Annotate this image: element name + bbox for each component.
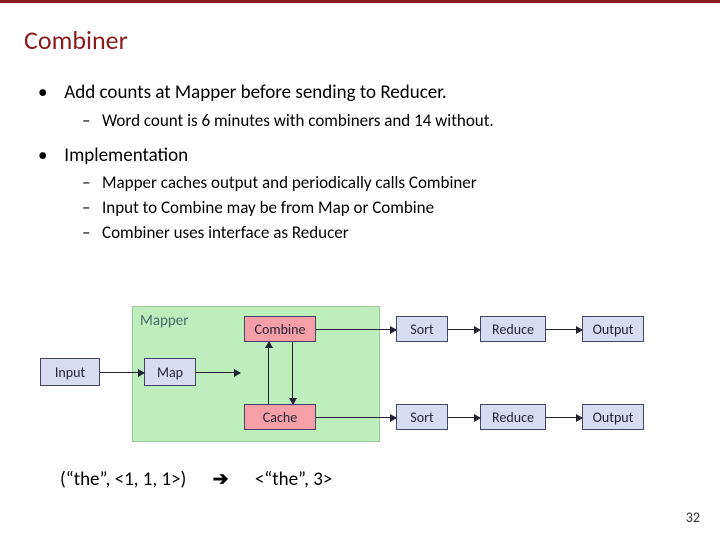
arrow-sort2-reduce2: [448, 417, 480, 418]
bullet-2-sublist: Mapper caches output and periodically ca…: [38, 172, 690, 245]
top-accent-bar: [0, 0, 720, 3]
box-output-2: Output: [582, 404, 644, 430]
arrow-combine-sort1: [316, 329, 396, 330]
box-sort-2: Sort: [396, 404, 448, 430]
bullet-2-sub-2: Input to Combine may be from Map or Comb…: [82, 197, 690, 220]
box-output-1: Output: [582, 316, 644, 342]
example-line: (“the”, <1, 1, 1>) ➔ <“the”, 3>: [60, 468, 332, 491]
arrow-map-cache-h: [196, 372, 240, 373]
bullet-2-text: Implementation: [64, 144, 188, 167]
slide-title: Combiner: [24, 24, 128, 56]
page-number: 32: [686, 509, 700, 526]
bullet-1-sub-1: Word count is 6 minutes with combiners a…: [82, 110, 690, 133]
bullet-1: Add counts at Mapper before sending to R…: [38, 80, 690, 133]
box-map: Map: [144, 358, 196, 386]
example-left: (“the”, <1, 1, 1>): [60, 468, 186, 491]
arrow-combine-cache-down: [292, 342, 293, 404]
arrow-reduce1-output1: [546, 329, 582, 330]
pipeline-diagram: Mapper Input Map Combine Cache Sort Sort…: [40, 298, 680, 458]
bullet-2-sub-3: Combiner uses interface as Reducer: [82, 222, 690, 245]
bullet-list: Add counts at Mapper before sending to R…: [38, 80, 690, 245]
box-reduce-2: Reduce: [480, 404, 546, 430]
box-reduce-1: Reduce: [480, 316, 546, 342]
bullet-1-text: Add counts at Mapper before sending to R…: [64, 81, 446, 104]
example-right: <“the”, 3>: [255, 468, 332, 491]
arrow-right-icon: ➔: [213, 468, 229, 491]
arrow-sort1-reduce1: [448, 329, 480, 330]
arrow-cache-combine-up: [268, 342, 269, 404]
box-cache: Cache: [244, 404, 316, 430]
slide-body: Add counts at Mapper before sending to R…: [38, 80, 690, 255]
bullet-2: Implementation Mapper caches output and …: [38, 143, 690, 245]
arrow-reduce2-output2: [546, 417, 582, 418]
box-sort-1: Sort: [396, 316, 448, 342]
arrow-cache-sort2: [316, 417, 396, 418]
slide: Combiner Add counts at Mapper before sen…: [0, 0, 720, 540]
box-combine: Combine: [244, 316, 316, 342]
arrow-input-map: [100, 372, 144, 373]
box-input: Input: [40, 358, 100, 386]
mapper-label: Mapper: [140, 312, 188, 330]
bullet-1-sublist: Word count is 6 minutes with combiners a…: [38, 110, 690, 133]
bullet-2-sub-1: Mapper caches output and periodically ca…: [82, 172, 690, 195]
